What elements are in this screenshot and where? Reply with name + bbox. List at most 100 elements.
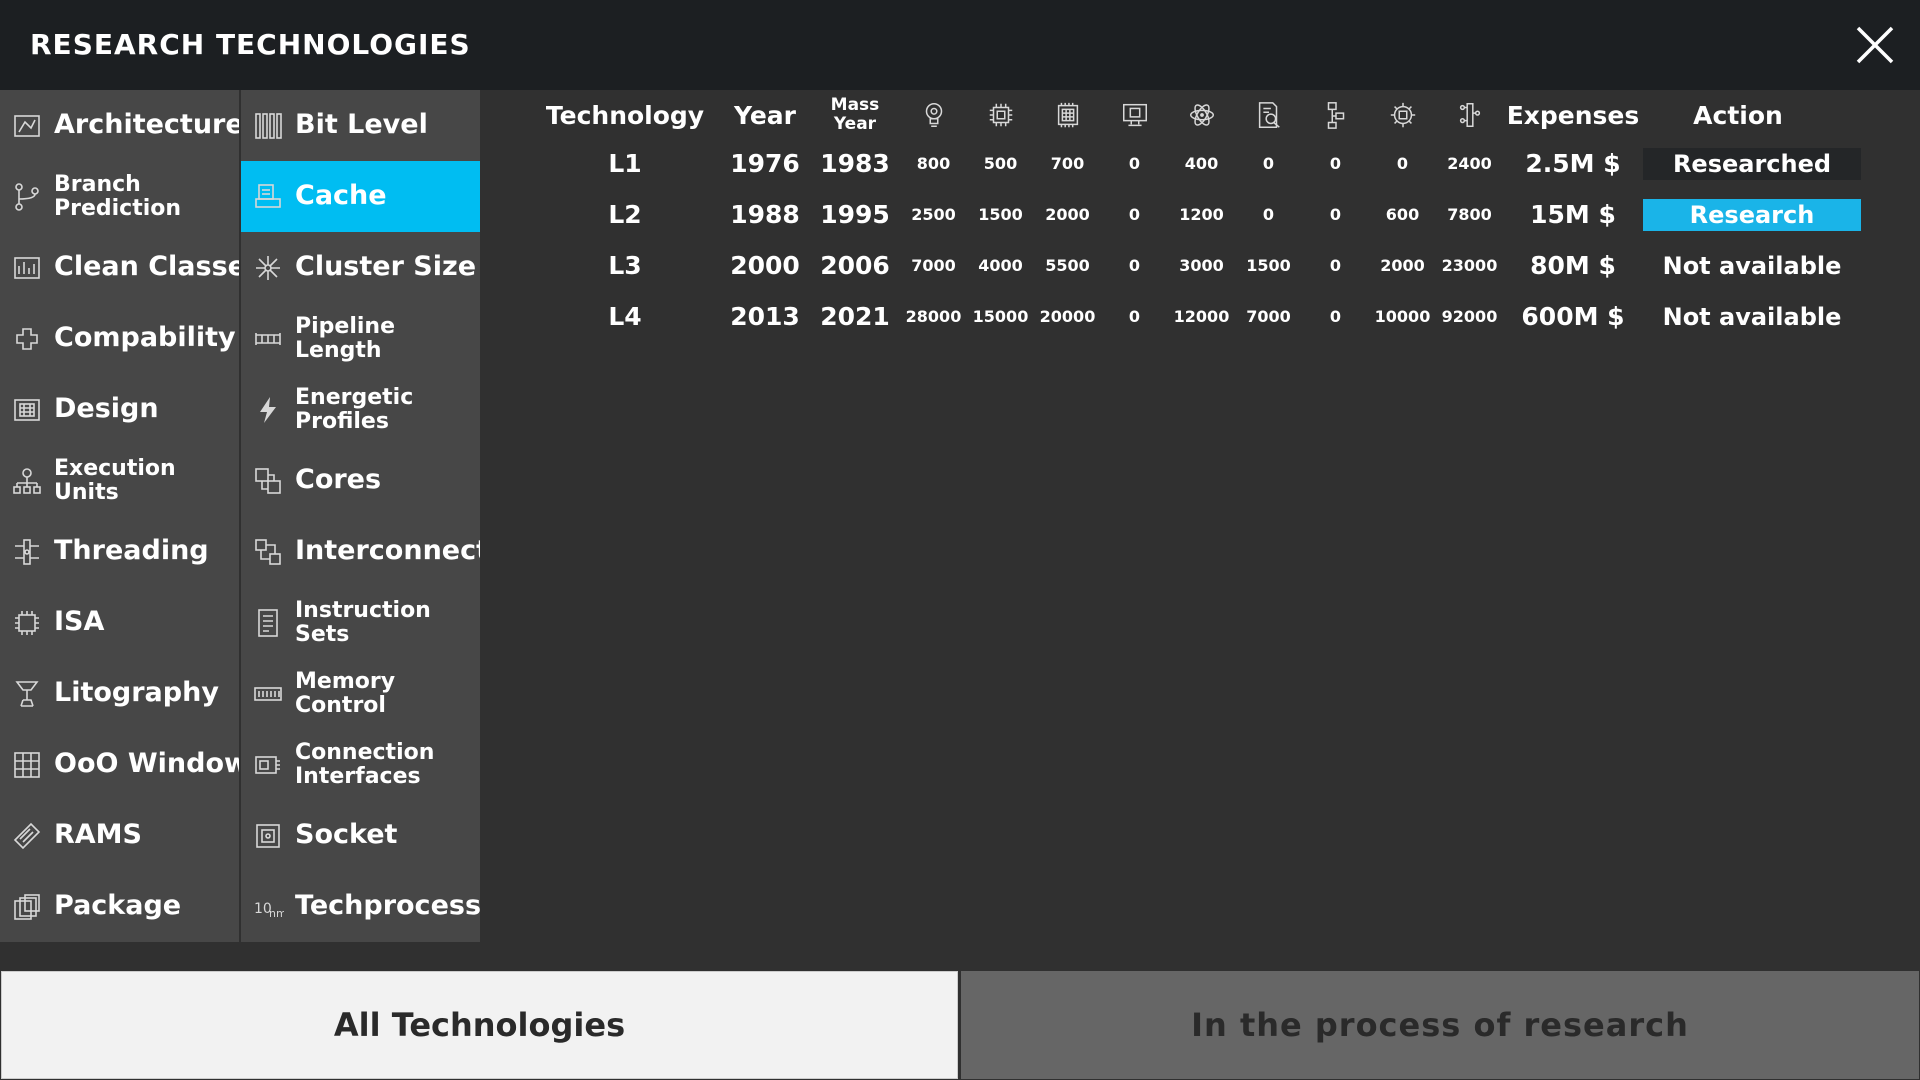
cell-resource: 15000 (972, 307, 1029, 326)
cell-resource: 2400 (1447, 154, 1492, 173)
header-mass-year: Mass Year (830, 95, 880, 134)
header-expenses: Expenses (1506, 100, 1640, 130)
gear-chip-icon (1390, 102, 1415, 128)
instruction-sets-icon (258, 608, 278, 637)
cell-mass-year: 1995 (820, 200, 890, 229)
header-bar: RESEARCH TECHNOLOGIES (0, 0, 1920, 90)
cell-resource: 0 (1128, 307, 1141, 326)
category-cache[interactable]: Cache (241, 161, 480, 232)
cell-resource: 0 (1262, 154, 1275, 173)
category-label: Compability (54, 322, 236, 354)
cluster-size-icon (251, 251, 285, 285)
category-label: RAMS (54, 819, 143, 851)
category-compability[interactable]: Compability (0, 303, 239, 374)
header-resource-flowchart-icon (1302, 100, 1369, 130)
header-resource-atom-icon (1168, 100, 1235, 130)
cell-expenses: 2.5M $ (1525, 149, 1621, 178)
category-branch-prediction[interactable]: Branch Prediction (0, 161, 239, 232)
research-button[interactable]: Research (1643, 198, 1861, 231)
design-icon (10, 393, 44, 427)
category-design[interactable]: Design (0, 374, 239, 445)
action-status-researched: Researched (1643, 147, 1861, 180)
close-button[interactable] (1852, 22, 1898, 68)
header-resource-circuit-icon (1436, 100, 1503, 130)
category-rams[interactable]: RAMS (0, 800, 239, 871)
table-row: L3 2000 2006 7000 4000 5500 0 3000 1500 0 2000 2300… (530, 240, 1890, 291)
header-action: Action (1693, 100, 1783, 130)
pipeline-length-icon (255, 332, 281, 345)
pipeline-length-icon (251, 322, 285, 356)
cell-resource: 2000 (1045, 205, 1090, 224)
header-resource-chip-icon (967, 100, 1034, 130)
category-label: Design (54, 393, 159, 425)
table-row: L4 2013 2021 28000 15000 20000 0 12000 7000 0 1000… (530, 291, 1890, 342)
isa-chip-icon (10, 606, 44, 640)
lightning-icon (260, 396, 276, 423)
category-connection-interfaces[interactable]: Connection Interfaces (241, 729, 480, 800)
cell-year: 2013 (730, 302, 800, 331)
isa-chip-icon (15, 610, 39, 635)
header-resource-document-search-icon (1235, 100, 1302, 130)
ram-icon (10, 819, 44, 853)
header-resource-lightbulb-gear-icon (900, 100, 967, 130)
category-cluster-size[interactable]: Cluster Size (241, 232, 480, 303)
cell-resource: 92000 (1441, 307, 1498, 326)
category-memory-control[interactable]: Memory Control (241, 658, 480, 729)
close-icon (1856, 26, 1894, 64)
design-icon (14, 398, 40, 421)
cell-expenses: 15M $ (1530, 200, 1616, 229)
processor-icon (1057, 102, 1078, 128)
monitor-chip-icon (1122, 103, 1147, 127)
cell-resource: 2500 (911, 205, 956, 224)
architecture-icon (14, 114, 40, 137)
header-resource-gear-chip-icon (1369, 100, 1436, 130)
category-interconnect[interactable]: Interconnect (241, 516, 480, 587)
category-architecture[interactable]: Architecture (0, 90, 239, 161)
table-header: Technology Year Mass Year Expenses Action (530, 92, 1890, 138)
category-label: Techprocess (295, 890, 480, 922)
category-instruction-sets[interactable]: Instruction Sets (241, 587, 480, 658)
category-list: Architecture Bit Level Branch Prediction Ca… (0, 90, 480, 942)
cell-resource: 1500 (978, 205, 1023, 224)
cell-resource: 1500 (1246, 256, 1291, 275)
interconnect-icon (251, 535, 285, 569)
category-cores[interactable]: Cores (241, 445, 480, 516)
category-techprocess[interactable]: 10 nm Techprocess (241, 871, 480, 942)
table-body: L1 1976 1983 800 500 700 0 400 0 0 0 2400 2.5M $ Rese… (530, 138, 1890, 342)
cell-resource: 0 (1128, 205, 1141, 224)
connection-interfaces-icon (251, 748, 285, 782)
table-row: L2 1988 1995 2500 1500 2000 0 1200 0 0 600 7800 15M … (530, 189, 1890, 240)
category-pipeline-length[interactable]: Pipeline Length (241, 303, 480, 374)
category-energetic-profiles[interactable]: Energetic Profiles (241, 374, 480, 445)
cell-resource: 0 (1329, 307, 1342, 326)
document-search-icon (1258, 102, 1280, 128)
category-bit-level[interactable]: Bit Level (241, 90, 480, 161)
category-socket[interactable]: Socket (241, 800, 480, 871)
cell-resource: 7000 (911, 256, 956, 275)
category-label: Pipeline Length (295, 314, 395, 363)
tab-all-technologies[interactable]: All Technologies (1, 971, 958, 1079)
category-execution-units[interactable]: Execution Units (0, 445, 239, 516)
category-label: ISA (54, 606, 105, 638)
tab-in-process[interactable]: In the process of research (961, 971, 1919, 1079)
cell-resource: 23000 (1441, 256, 1498, 275)
cell-expenses: 600M $ (1521, 302, 1625, 331)
category-threading[interactable]: Threading (0, 516, 239, 587)
category-label: Interconnect (295, 535, 480, 567)
category-ooo-window[interactable]: OoO Window (0, 729, 239, 800)
category-clean-classes[interactable]: Clean Classes (0, 232, 239, 303)
category-litography[interactable]: Litography (0, 658, 239, 729)
cell-mass-year: 1983 (820, 149, 890, 178)
package-icon (10, 890, 44, 924)
category-label: Connection Interfaces (295, 740, 435, 789)
cell-action: Researched (1643, 147, 1861, 180)
socket-icon (256, 823, 280, 848)
threading-icon (10, 535, 44, 569)
cache-icon (255, 183, 281, 208)
ooo-window-icon (10, 748, 44, 782)
category-isa[interactable]: ISA (0, 587, 239, 658)
action-status-unavailable: Not available (1662, 302, 1842, 331)
category-package[interactable]: Package (0, 871, 239, 942)
execution-units-icon (10, 464, 44, 498)
connection-interfaces-icon (255, 755, 280, 774)
